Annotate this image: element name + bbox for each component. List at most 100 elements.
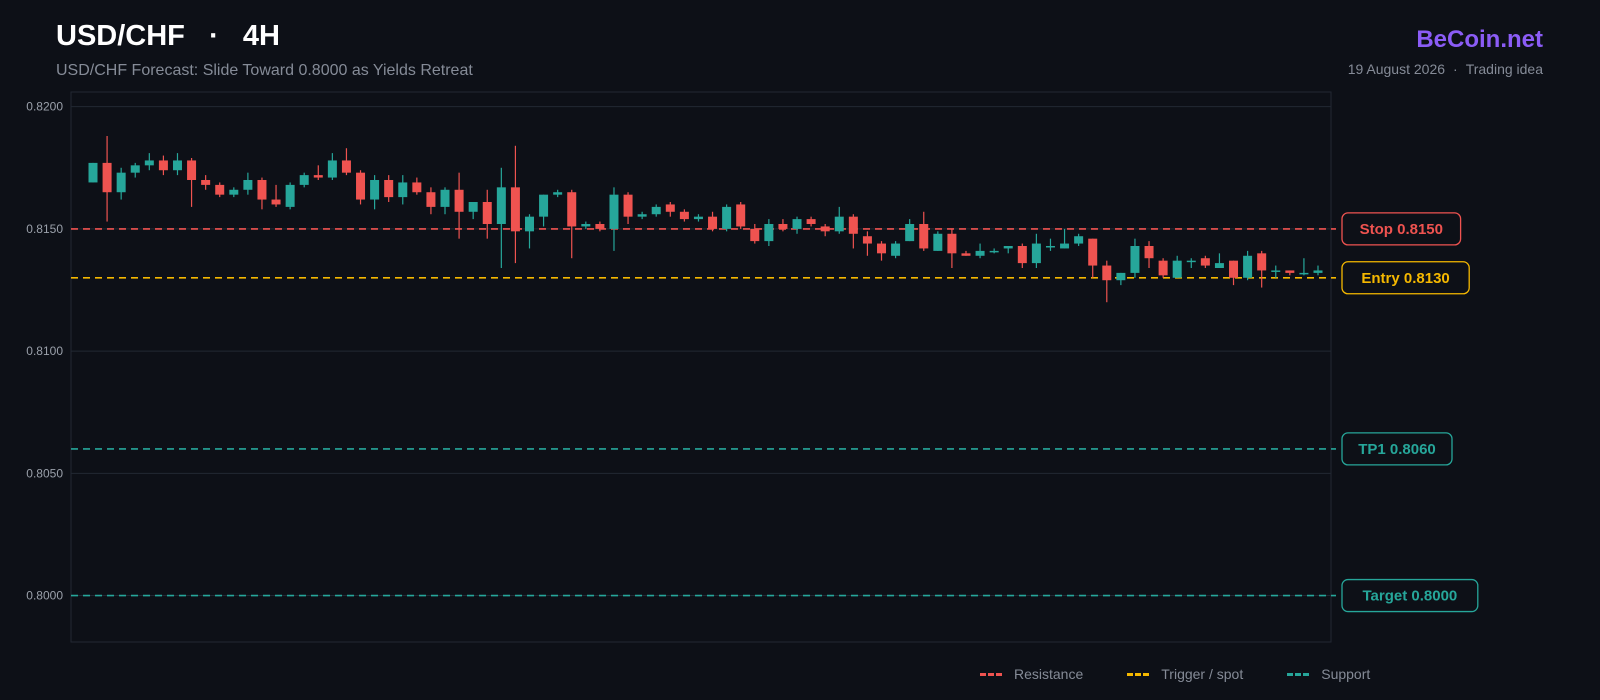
- candle-body: [1299, 272, 1309, 275]
- candle: [1285, 270, 1295, 276]
- candle-body: [356, 172, 366, 200]
- legend-label: Resistance: [1014, 666, 1084, 682]
- candle-body: [623, 194, 633, 217]
- candle-body: [1285, 270, 1295, 273]
- candle: [750, 224, 760, 244]
- candle: [229, 187, 239, 198]
- candle: [299, 172, 309, 188]
- y-tick-label: 0.8150: [26, 222, 63, 236]
- candle: [1102, 260, 1112, 303]
- candle-body: [468, 202, 478, 212]
- candle: [1186, 258, 1196, 268]
- y-tick-label: 0.8100: [26, 344, 63, 358]
- level-label-resistance: Stop 0.8150: [1341, 212, 1462, 246]
- candle-body: [1214, 263, 1224, 268]
- candle-body: [1060, 243, 1070, 249]
- candle-body: [440, 189, 450, 207]
- candle: [539, 194, 549, 227]
- candle: [257, 177, 267, 210]
- candle: [1299, 258, 1309, 276]
- candle: [623, 192, 633, 224]
- candle: [144, 153, 154, 171]
- candle: [1257, 250, 1267, 288]
- candlestick-chart[interactable]: 0.8200 0.8150 0.8100 0.8050 0.8000 Stop 0.81…: [0, 0, 1600, 700]
- candle-body: [1144, 246, 1154, 259]
- candle: [877, 241, 887, 261]
- candle: [172, 153, 182, 176]
- candle-body: [412, 182, 422, 193]
- candle: [947, 228, 957, 268]
- candle-body: [510, 187, 520, 232]
- candle-body: [1102, 265, 1112, 281]
- candle: [1074, 233, 1084, 246]
- candle-body: [1271, 270, 1281, 272]
- candle: [398, 175, 408, 205]
- candle-body: [947, 233, 957, 254]
- candle: [1116, 272, 1126, 286]
- y-tick-label: 0.8200: [26, 100, 63, 114]
- candle: [651, 204, 661, 217]
- legend-label: Support: [1321, 666, 1371, 682]
- candle: [933, 231, 943, 251]
- candle-body: [708, 216, 718, 229]
- candle: [201, 175, 211, 190]
- candle: [989, 248, 999, 254]
- candle: [848, 214, 858, 249]
- candle: [595, 221, 605, 232]
- legend-item-resistance: Resistance: [980, 666, 1083, 682]
- candle-body: [1017, 246, 1027, 264]
- candle-body: [553, 192, 563, 195]
- candle-body: [215, 184, 225, 195]
- candle-body: [313, 175, 323, 178]
- candle: [1017, 243, 1027, 268]
- candle: [1313, 265, 1323, 276]
- candle-body: [637, 214, 647, 217]
- candle: [581, 221, 591, 229]
- level-label-support: TP1 0.8060: [1341, 432, 1453, 466]
- candle-body: [848, 216, 858, 234]
- candle: [1045, 238, 1055, 251]
- candle: [510, 145, 520, 264]
- level-label-text: TP1 0.8060: [1358, 441, 1436, 458]
- candle: [271, 184, 281, 207]
- candle: [1200, 255, 1210, 268]
- candle: [468, 202, 478, 220]
- candle: [637, 211, 647, 220]
- candle: [1172, 255, 1182, 278]
- candle-body: [229, 189, 239, 195]
- candle-body: [1074, 236, 1084, 244]
- candle: [496, 167, 506, 268]
- candle-body: [806, 219, 816, 224]
- candle: [313, 165, 323, 180]
- y-tick-label: 0.8000: [26, 589, 63, 603]
- candle: [567, 189, 577, 259]
- candle-body: [679, 211, 689, 220]
- candle: [1214, 253, 1224, 268]
- candle-body: [285, 184, 295, 207]
- legend: Resistance Trigger / spot Support: [980, 666, 1414, 682]
- candle-body: [144, 160, 154, 166]
- candle: [891, 241, 901, 259]
- level-label-text: Entry 0.8130: [1361, 270, 1449, 287]
- candle-body: [651, 206, 661, 215]
- candle: [158, 155, 168, 176]
- candle-body: [919, 224, 929, 249]
- candle-body: [750, 228, 760, 242]
- level-label-text: Target 0.8000: [1363, 588, 1458, 605]
- candle-body: [1130, 246, 1140, 273]
- candle-body: [778, 224, 788, 229]
- candle-body: [1116, 272, 1126, 281]
- candle: [834, 206, 844, 234]
- candle-body: [271, 199, 281, 205]
- candle: [975, 243, 985, 259]
- candle: [356, 170, 366, 205]
- level-label-text: Stop 0.8150: [1360, 221, 1443, 238]
- candle-body: [1158, 260, 1168, 276]
- candle-body: [834, 216, 844, 232]
- candle: [693, 214, 703, 222]
- candle: [412, 177, 422, 195]
- candle: [341, 148, 351, 176]
- candle: [1031, 233, 1041, 268]
- candle-body: [820, 226, 830, 232]
- plot-frame: [70, 91, 1332, 643]
